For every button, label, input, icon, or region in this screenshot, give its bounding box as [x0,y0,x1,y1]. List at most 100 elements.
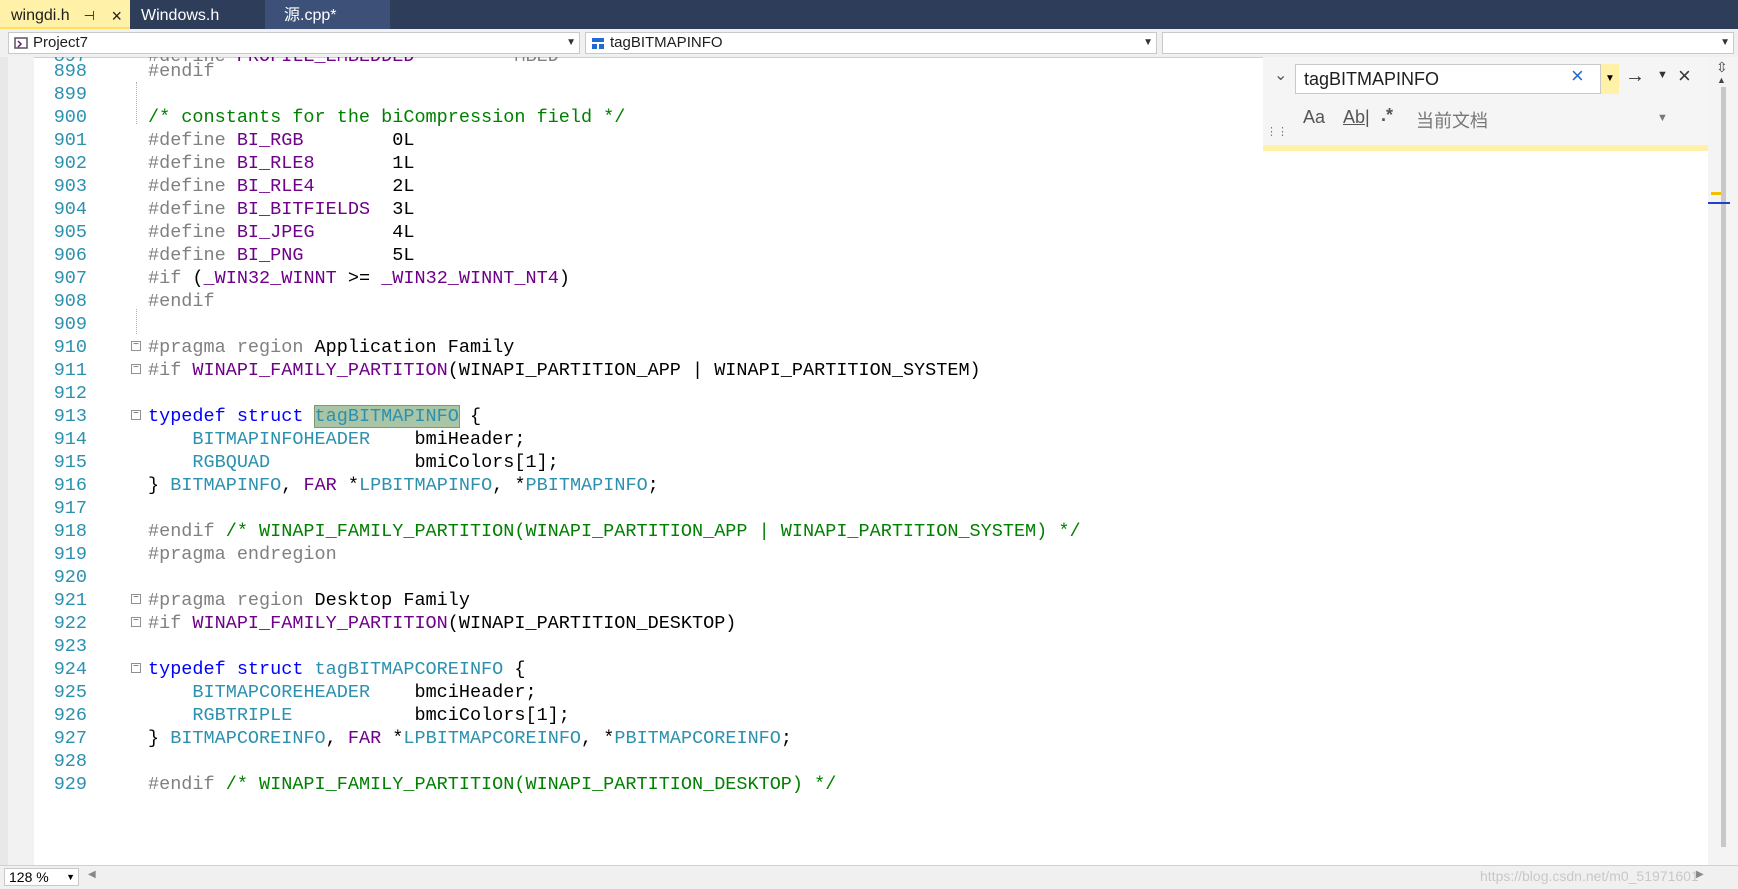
code-line[interactable]: 909 [34,312,1704,337]
collapse-icon[interactable]: − [131,617,141,627]
line-number: 903 [53,176,87,197]
code-text: } BITMAPINFO, FAR *LPBITMAPINFO, *PBITMA… [148,475,659,496]
code-text: #define BI_JPEG 4L [148,222,415,243]
split-handle-icon[interactable]: ⇳ [1716,59,1728,76]
code-text: BITMAPINFOHEADER bmiHeader; [192,429,526,450]
scrollbar-thumb[interactable] [1721,87,1726,847]
member-dropdown[interactable]: ▼ [1162,32,1734,54]
tab-label: 源.cpp* [284,7,337,24]
search-input[interactable]: tagBITMAPINFO [1295,64,1601,94]
line-number: 920 [53,567,87,588]
line-number: 927 [53,728,87,749]
chevron-down-icon: ▼ [1143,37,1153,48]
document-tab-bar: wingdi.h ⊣ × Windows.h 源.cpp* [0,0,1738,29]
close-find-icon[interactable]: × [1678,63,1691,89]
close-icon[interactable]: × [111,0,122,32]
code-line[interactable]: 903 #define BI_RLE4 2L [34,174,1704,199]
match-case-icon[interactable]: Aa [1303,107,1325,128]
line-number: 928 [53,751,87,772]
code-line[interactable]: 921 − #pragma region Desktop Family [34,588,1704,613]
search-result-marker [1711,192,1721,195]
tab-windows-h[interactable]: Windows.h [130,0,260,29]
code-line[interactable]: 929 #endif /* WINAPI_FAMILY_PARTITION(WIN… [34,772,1704,797]
close-icon[interactable]: × [1571,63,1584,89]
code-editor[interactable]: 897#define PROFILE_EMBEDDED 'MBED' 898#e… [34,57,1704,865]
code-text: #define BI_BITFIELDS 3L [148,199,415,220]
chevron-down-icon[interactable]: ▼ [1657,112,1668,124]
code-line[interactable]: 912 [34,381,1704,406]
find-next-arrow-icon[interactable]: → [1625,65,1645,88]
code-line[interactable]: 906 #define BI_PNG 5L [34,243,1704,268]
line-number: 899 [53,84,87,105]
code-line[interactable]: 925 BITMAPCOREHEADER bmciHeader; [34,680,1704,705]
zoom-dropdown[interactable]: 128 % ▼ [4,868,79,886]
line-number: 900 [53,107,87,128]
scope-dropdown[interactable]: tagBITMAPINFO ▼ [585,32,1157,54]
code-line[interactable]: 917 [34,496,1704,521]
code-line[interactable]: 911 − #if WINAPI_FAMILY_PARTITION(WINAPI_P… [34,358,1704,383]
line-number: 923 [53,636,87,657]
code-line[interactable]: 907 #if (_WIN32_WINNT >= _WIN32_WINNT_NT4… [34,266,1704,291]
code-line[interactable]: 910 − #pragma region Application Family [34,335,1704,360]
chevron-down-icon[interactable]: ▼ [1657,69,1668,81]
code-text: #if WINAPI_FAMILY_PARTITION(WINAPI_PARTI… [148,360,981,381]
resize-grip-icon[interactable]: ⋮⋮ [1266,125,1288,138]
project-dropdown[interactable]: Project7 ▼ [8,32,580,54]
collapse-icon[interactable]: − [131,663,141,673]
code-line[interactable]: 919 #pragma endregion [34,542,1704,567]
code-line[interactable]: 928 [34,749,1704,774]
selection-margin[interactable] [0,57,8,865]
code-line[interactable]: 902 #define BI_RLE8 1L [34,151,1704,176]
scroll-left-icon[interactable]: ◀ [88,869,96,880]
toggle-replace-chevron-icon[interactable]: ⌄ [1274,65,1287,85]
tab-source-cpp[interactable]: 源.cpp* [265,0,390,29]
collapse-icon[interactable]: − [131,364,141,374]
code-line[interactable]: 904 #define BI_BITFIELDS 3L [34,197,1704,222]
code-line[interactable]: 913 − typedef struct tagBITMAPINFO { [34,404,1704,429]
code-line[interactable]: 926 RGBTRIPLE bmciColors[1]; [34,703,1704,728]
code-text: BITMAPCOREHEADER bmciHeader; [192,682,537,703]
code-line[interactable]: 915 RGBQUAD bmiColors[1]; [34,450,1704,475]
code-line[interactable]: 918 #endif /* WINAPI_FAMILY_PARTITION(WIN… [34,519,1704,544]
line-number: 929 [53,774,87,795]
code-text: #pragma region Desktop Family [148,590,470,611]
navigation-bar: Project7 ▼ tagBITMAPINFO ▼ ▼ [0,29,1738,58]
vertical-scrollbar[interactable]: ⇳ ▲ [1708,57,1738,865]
chevron-down-icon: ▼ [566,37,576,48]
code-line[interactable]: 916} BITMAPINFO, FAR *LPBITMAPINFO, *PBI… [34,473,1704,498]
code-line[interactable]: 924 − typedef struct tagBITMAPCOREINFO { [34,657,1704,682]
scroll-right-icon[interactable]: ▶ [1696,869,1704,880]
caret-position-marker [1708,202,1730,204]
struct-icon [592,38,604,49]
pin-icon[interactable]: ⊣ [84,0,95,32]
code-text: #endif /* WINAPI_FAMILY_PARTITION(WINAPI… [148,521,1081,542]
collapse-icon[interactable]: − [131,410,141,420]
code-line[interactable]: 914 BITMAPINFOHEADER bmiHeader; [34,427,1704,452]
line-number: 909 [53,314,87,335]
whole-word-icon[interactable]: Ab| [1343,107,1370,128]
code-line[interactable]: 922 − #if WINAPI_FAMILY_PARTITION(WINAPI_P… [34,611,1704,636]
project-name: Project7 [33,34,89,51]
code-line[interactable]: 923 [34,634,1704,659]
code-text: /* constants for the biCompression field… [148,107,626,128]
line-number: 898 [53,61,87,82]
code-line[interactable]: 927} BITMAPCOREINFO, FAR *LPBITMAPCOREIN… [34,726,1704,751]
code-text: RGBTRIPLE bmciColors[1]; [192,705,570,726]
code-text: #pragma region Application Family [148,337,515,358]
indicator-margin[interactable] [8,57,34,865]
code-line[interactable]: 905 #define BI_JPEG 4L [34,220,1704,245]
search-history-dropdown[interactable]: ▼ [1601,64,1619,94]
scroll-up-icon[interactable]: ▲ [1717,75,1726,85]
line-number: 910 [53,337,87,358]
line-number: 905 [53,222,87,243]
watermark: https://blog.csdn.net/m0_51971601 [1480,868,1699,884]
collapse-icon[interactable]: − [131,341,141,351]
code-line[interactable]: 920 [34,565,1704,590]
search-scope-dropdown[interactable]: 当前文档 [1416,107,1488,133]
code-text: #endif /* WINAPI_FAMILY_PARTITION(WINAPI… [148,774,837,795]
line-number: 906 [53,245,87,266]
tab-wingdi-h[interactable]: wingdi.h ⊣ × [0,0,130,29]
collapse-icon[interactable]: − [131,594,141,604]
code-line[interactable]: 908 #endif [34,289,1704,314]
regex-icon[interactable]: .* [1381,105,1393,126]
